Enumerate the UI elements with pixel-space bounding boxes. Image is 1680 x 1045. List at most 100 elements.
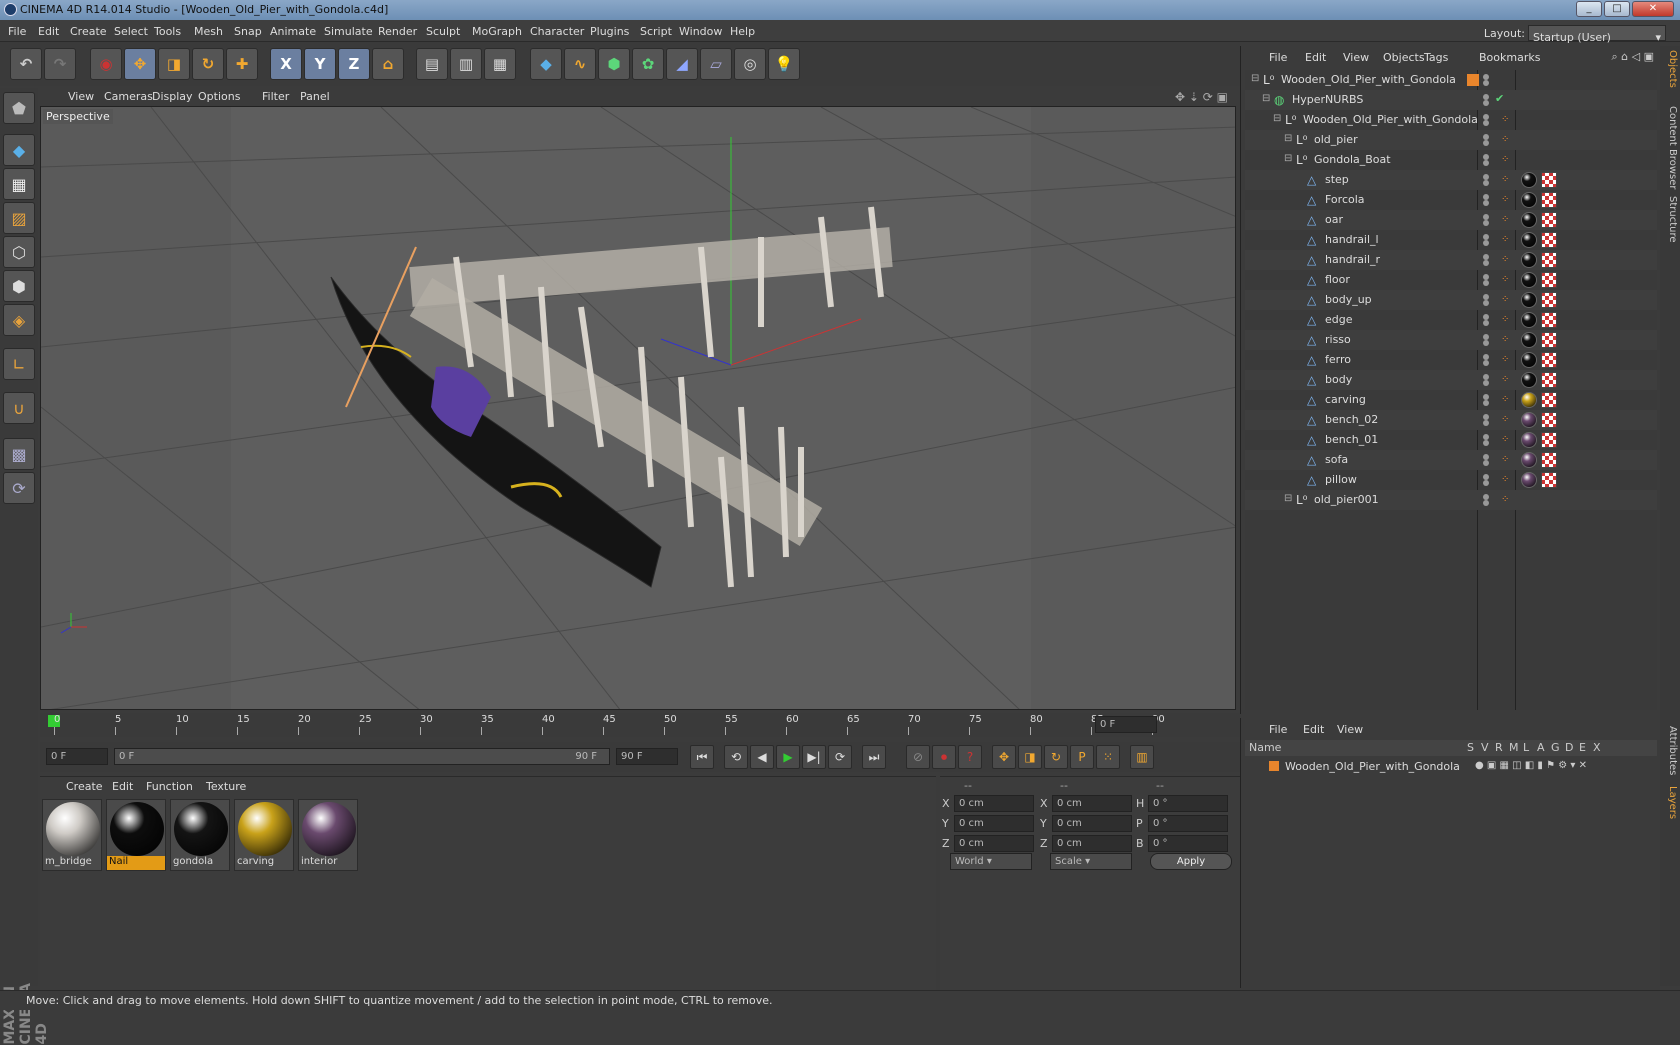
visibility-dots[interactable] [1483, 454, 1489, 466]
nurbs-object-icon[interactable]: ⬢ [598, 48, 630, 80]
cube-object-icon[interactable]: ◆ [530, 48, 562, 80]
expand-toggle-icon[interactable]: ⊟ [1251, 73, 1259, 84]
render-settings-icon[interactable]: ▦ [484, 48, 516, 80]
render-visibility-dot[interactable] [1483, 300, 1489, 306]
record-icon[interactable]: ⏺ [932, 745, 956, 769]
side-tab-attributes[interactable]: Attributes [1662, 726, 1678, 775]
object-row[interactable]: △ bench_02 ⁘ [1245, 410, 1657, 430]
timeline-ruler[interactable]: 051015202530354045505560657075808590 0 F [40, 713, 1240, 737]
menu-edit[interactable]: Edit [38, 25, 59, 38]
menu-animate[interactable]: Animate [270, 25, 316, 38]
object-row[interactable]: △ carving ⁘ [1245, 390, 1657, 410]
render-view-icon[interactable]: ▤ [416, 48, 448, 80]
menu-render[interactable]: Render [378, 25, 417, 38]
phong-tag-icon[interactable]: ⁘ [1501, 474, 1511, 486]
x-axis-lock-button[interactable]: X [270, 48, 302, 80]
object-row[interactable]: ⊟ L⁰ Wooden_Old_Pier_with_Gondola ⁘ [1245, 110, 1657, 130]
render-visibility-dot[interactable] [1483, 240, 1489, 246]
phong-tag-icon[interactable]: ⁘ [1501, 354, 1511, 366]
render-visibility-dot[interactable] [1483, 220, 1489, 226]
object-row[interactable]: △ risso ⁘ [1245, 330, 1657, 350]
visibility-dots[interactable] [1483, 354, 1489, 366]
render-visibility-dot[interactable] [1483, 280, 1489, 286]
layer-menu-view[interactable]: View [1337, 723, 1363, 736]
visibility-dots[interactable] [1483, 414, 1489, 426]
phong-tag-icon[interactable]: ⁘ [1501, 274, 1511, 286]
render-visibility-dot[interactable] [1483, 500, 1489, 506]
uvw-tag-icon[interactable] [1541, 312, 1557, 328]
phong-tag-icon[interactable]: ⁘ [1501, 234, 1511, 246]
phong-tag-icon[interactable]: ⁘ [1501, 414, 1511, 426]
object-row[interactable]: ⊟ L⁰ Wooden_Old_Pier_with_Gondola [1245, 70, 1657, 90]
render-visibility-dot[interactable] [1483, 120, 1489, 126]
phong-tag-icon[interactable]: ⁘ [1501, 194, 1511, 206]
texture-tag-icon[interactable] [1521, 412, 1537, 428]
coord-value-field[interactable]: 0 cm [954, 835, 1034, 852]
phong-tag-icon[interactable]: ⁘ [1501, 134, 1511, 146]
object-row[interactable]: ⊟ ◍ HyperNURBS ✔ [1245, 90, 1657, 110]
viewport-nav-icons[interactable]: ✥ ⇣ ⟳ ▣ [1175, 90, 1228, 104]
viewport-menu-filter[interactable]: Filter [262, 90, 289, 103]
key-param-icon[interactable]: P [1070, 745, 1094, 769]
visibility-dots[interactable] [1483, 234, 1489, 246]
visibility-dots[interactable] [1483, 94, 1489, 106]
visibility-dots[interactable] [1483, 274, 1489, 286]
edges-mode-icon[interactable]: ⬢ [3, 270, 35, 302]
coordinate-system-icon[interactable]: ⌂ [372, 48, 404, 80]
object-row[interactable]: ⊟ L⁰ old_pier ⁘ [1245, 130, 1657, 150]
visibility-dots[interactable] [1483, 174, 1489, 186]
play-icon[interactable]: ▶ [776, 745, 800, 769]
recent-tools-icon[interactable]: ✚ [226, 48, 258, 80]
material-menu-function[interactable]: Function [146, 780, 193, 793]
model-mode-icon[interactable]: ◆ [3, 134, 35, 166]
coord-value-field[interactable]: 0 cm [1052, 795, 1132, 812]
material-swatch-Nail[interactable]: Nail [106, 799, 166, 871]
visibility-dots[interactable] [1483, 394, 1489, 406]
live-selection-icon[interactable]: ◉ [90, 48, 122, 80]
render-visibility-dot[interactable] [1483, 380, 1489, 386]
coord-value-field[interactable]: 0 ° [1148, 835, 1228, 852]
menu-mesh[interactable]: Mesh [194, 25, 223, 38]
points-mode-icon[interactable]: ⬡ [3, 236, 35, 268]
phong-tag-icon[interactable]: ⁘ [1501, 454, 1511, 466]
menu-file[interactable]: File [8, 25, 26, 38]
texture-tag-icon[interactable] [1521, 252, 1537, 268]
coord-mode-dropdown[interactable]: Scale ▾ [1050, 853, 1132, 870]
object-row[interactable]: △ body_up ⁘ [1245, 290, 1657, 310]
prev-frame-icon[interactable]: ◀ [750, 745, 774, 769]
layout-dropdown[interactable]: Startup (User) ▾ [1528, 25, 1666, 44]
layer-tag-icon[interactable] [1467, 74, 1479, 86]
uvw-tag-icon[interactable] [1541, 232, 1557, 248]
apply-button[interactable]: Apply [1150, 853, 1232, 870]
cloner-icon[interactable]: ✿ [632, 48, 664, 80]
texture-tag-icon[interactable] [1521, 392, 1537, 408]
viewport-menu-options[interactable]: Options [198, 90, 240, 103]
texture-tag-icon[interactable] [1521, 332, 1537, 348]
viewport-menu-display[interactable]: Display [152, 90, 193, 103]
axis-mode-icon[interactable]: ∟ [3, 348, 35, 380]
rotate-tool-icon[interactable]: ↻ [192, 48, 224, 80]
visibility-dots[interactable] [1483, 494, 1489, 506]
phong-tag-icon[interactable]: ⁘ [1501, 114, 1511, 126]
texture-tag-icon[interactable] [1521, 372, 1537, 388]
coord-value-field[interactable]: 0 ° [1148, 795, 1228, 812]
side-tab-structure[interactable]: Structure [1662, 196, 1678, 243]
side-tab-objects[interactable]: Objects [1662, 50, 1678, 88]
render-visibility-dot[interactable] [1483, 140, 1489, 146]
start-frame-field[interactable]: 0 F [46, 748, 108, 765]
menu-window[interactable]: Window [679, 25, 722, 38]
material-menu-create[interactable]: Create [66, 780, 103, 793]
z-axis-lock-button[interactable]: Z [338, 48, 370, 80]
perspective-viewport[interactable]: Perspective [40, 106, 1236, 710]
phong-tag-icon[interactable]: ⁘ [1501, 174, 1511, 186]
coord-value-field[interactable]: 0 cm [954, 795, 1034, 812]
material-swatch-interior[interactable]: interior [298, 799, 358, 871]
visibility-dots[interactable] [1483, 334, 1489, 346]
material-menu-edit[interactable]: Edit [112, 780, 133, 793]
minimize-button[interactable]: _ [1576, 1, 1602, 17]
object-row[interactable]: △ floor ⁘ [1245, 270, 1657, 290]
texture-tag-icon[interactable] [1521, 272, 1537, 288]
side-tab-layers[interactable]: Layers [1662, 786, 1678, 819]
autokey-icon[interactable]: ? [958, 745, 982, 769]
texture-mode-icon[interactable]: ▦ [3, 168, 35, 200]
